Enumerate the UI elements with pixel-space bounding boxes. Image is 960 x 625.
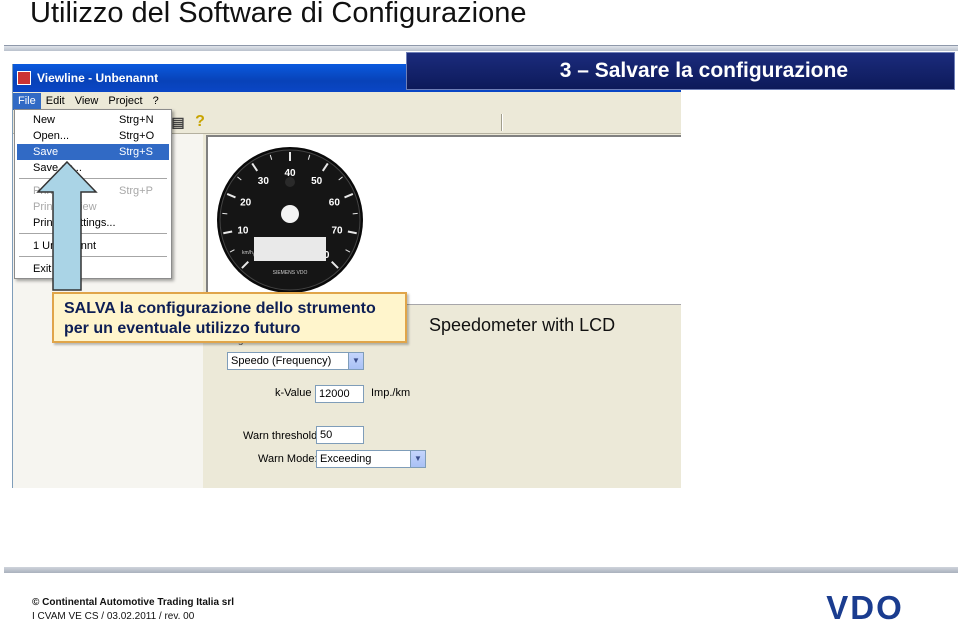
- chevron-down-icon[interactable]: ▼: [348, 353, 363, 369]
- bottom-divider: [4, 567, 958, 573]
- k-value-label: k-Value: [275, 387, 312, 399]
- gauge-tick-label: 20: [240, 198, 252, 209]
- vdo-logo-text: VDO: [826, 592, 904, 622]
- step-banner-text: 3 – Salvare la configurazione: [559, 59, 848, 82]
- vdo-logo: VDO: [826, 592, 904, 622]
- up-arrow-icon: [36, 160, 98, 291]
- window-title: Viewline - Unbenannt: [37, 71, 159, 85]
- chevron-down-icon[interactable]: ▼: [410, 451, 425, 467]
- gauge-tick-label: 30: [258, 176, 270, 187]
- menu-edit[interactable]: Edit: [41, 93, 70, 110]
- warn-threshold-label: Warn threshold:: [243, 430, 321, 442]
- gauge-tick-label: 10: [237, 225, 249, 236]
- k-value-field[interactable]: 12000: [315, 385, 364, 403]
- slide-title: Utilizzo del Software di Configurazione: [30, 0, 527, 29]
- menu-item-new[interactable]: New Strg+N: [17, 112, 169, 128]
- menu-file[interactable]: File: [13, 92, 41, 110]
- signal-type-value: Speedo (Frequency): [231, 355, 332, 367]
- warn-mode-value: Exceeding: [320, 453, 372, 465]
- k-value-unit: Imp./km: [371, 387, 411, 399]
- signal-type-select[interactable]: Speedo (Frequency) ▼: [227, 352, 364, 370]
- warn-mode-label: Warn Mode:: [258, 453, 318, 465]
- speedometer-gauge-image: 01020304050607080 km/h SIEMENS VDO: [217, 147, 363, 293]
- menu-help[interactable]: ?: [148, 93, 164, 110]
- menu-item-open[interactable]: Open... Strg+O: [17, 128, 169, 144]
- footer-doc-ref: I CVAM VE CS / 03.02.2011 / rev. 00: [32, 611, 195, 622]
- callout-line-1: SALVA la configurazione dello strumento: [64, 300, 376, 317]
- slide: Utilizzo del Software di Configurazione …: [0, 0, 960, 625]
- footer-copyright: © Continental Automotive Trading Italia …: [32, 597, 235, 608]
- device-title: Speedometer with LCD: [429, 315, 616, 335]
- help-icon[interactable]: ?: [191, 113, 209, 131]
- gauge-tick-label: 60: [329, 198, 341, 209]
- menu-project[interactable]: Project: [103, 93, 147, 110]
- app-icon: [17, 71, 31, 85]
- warn-threshold-field[interactable]: 50: [316, 426, 364, 444]
- gauge-brand-label: SIEMENS VDO: [273, 270, 308, 276]
- toolbar-separator: [501, 114, 503, 131]
- app-window: Viewline - Unbenannt File Edit View Proj…: [12, 64, 681, 488]
- top-divider: [4, 45, 958, 51]
- warn-mode-select[interactable]: Exceeding ▼: [316, 450, 426, 468]
- gauge-tick-label: 50: [311, 176, 323, 187]
- menu-view[interactable]: View: [70, 93, 104, 110]
- callout-box: SALVA la configurazione dello strumento …: [52, 292, 407, 343]
- callout-line-2: per un eventuale utilizzo futuro: [64, 320, 301, 337]
- menu-bar: File Edit View Project ?: [13, 92, 681, 110]
- gauge-unit-label: km/h: [242, 250, 253, 256]
- step-banner: 3 – Salvare la configurazione: [406, 52, 955, 90]
- gauge-tick-label: 70: [332, 225, 344, 236]
- menu-item-save[interactable]: Save Strg+S: [17, 144, 169, 160]
